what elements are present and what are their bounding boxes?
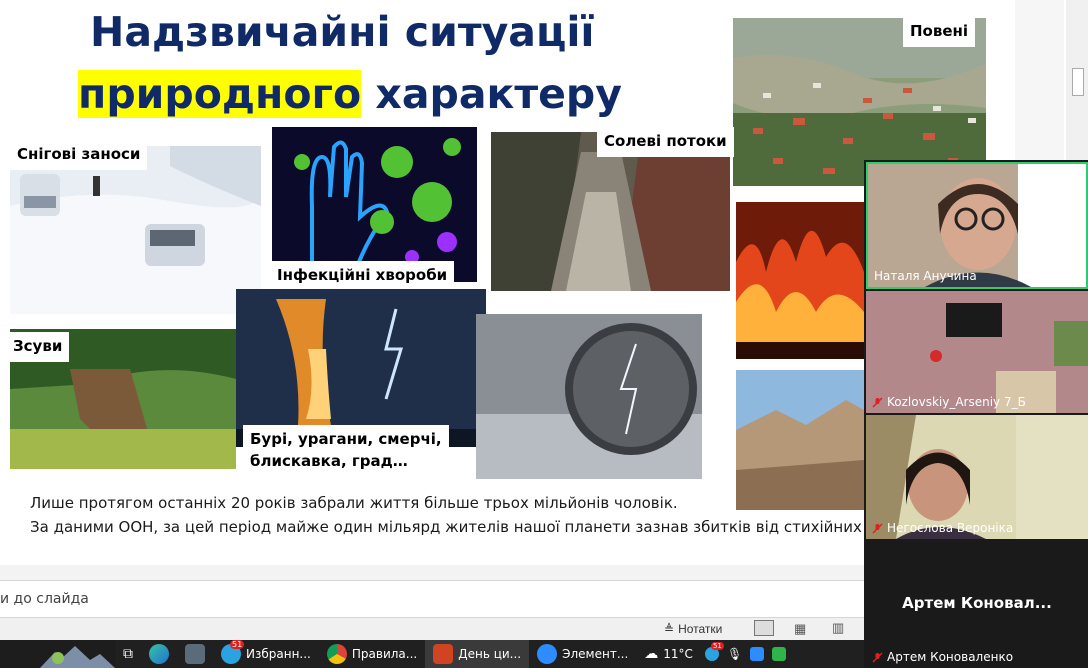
tray-telegram-icon[interactable]: 51 bbox=[704, 642, 724, 661]
label-floods: Повені bbox=[903, 17, 976, 47]
title-rest: характеру bbox=[361, 70, 622, 118]
calculator-icon bbox=[185, 644, 205, 664]
participant-tile-2[interactable]: Kozlovskiy_Arseniy 7_Б bbox=[866, 291, 1088, 413]
taskbar-app-calculator[interactable] bbox=[177, 640, 213, 668]
telegram-icon: 51 bbox=[221, 640, 245, 664]
notes-button[interactable]: ≜ Нотатки bbox=[664, 622, 722, 636]
label-landslides: Зсуви bbox=[6, 332, 70, 362]
taskbar-app-powerpoint[interactable]: День ци... bbox=[425, 640, 530, 668]
system-tray: 51 🎙 bbox=[701, 640, 790, 668]
reading-view-icon[interactable]: ▥ bbox=[832, 620, 844, 636]
participant-name-text-4: Артем Коноваленко bbox=[887, 650, 1014, 664]
cloud-icon: ☁ bbox=[644, 646, 659, 662]
snow-photo bbox=[10, 146, 261, 314]
participant-name-4: Артем Коноваленко bbox=[872, 650, 1013, 664]
scrollbar-gutter bbox=[1015, 0, 1064, 160]
slide-sorter-icon[interactable]: ▦ bbox=[794, 621, 806, 637]
label-infection: Інфекційні хвороби bbox=[270, 261, 455, 291]
edge-icon bbox=[149, 644, 169, 664]
chrome-icon bbox=[326, 644, 347, 664]
taskbar-app-edge[interactable] bbox=[141, 640, 177, 668]
taskbar-weather[interactable]: ☁ 11°C bbox=[636, 640, 701, 668]
notes-button-label: Нотатки bbox=[678, 622, 723, 636]
tray-green-app-icon[interactable] bbox=[772, 647, 787, 661]
hail-photo bbox=[476, 314, 702, 479]
participant-name-1: Наталя Анучина bbox=[874, 269, 977, 283]
scroll-thumb[interactable] bbox=[1072, 68, 1084, 96]
normal-view-button[interactable] bbox=[754, 620, 774, 636]
participant-tile-1[interactable]: Наталя Анучина bbox=[866, 162, 1088, 289]
vertical-scrollbar[interactable] bbox=[1066, 0, 1088, 160]
label-snow: Снігові заноси bbox=[10, 140, 148, 170]
zoom-icon bbox=[537, 644, 558, 664]
slide-area-border bbox=[0, 565, 864, 580]
participant-name-text-2: Kozlovskiy_Arseniy 7_Б bbox=[887, 395, 1026, 409]
participant-name-text-3: Негоєлова Вероніка bbox=[887, 521, 1014, 535]
tray-zoom-icon[interactable] bbox=[750, 647, 765, 661]
notes-icon: ≜ bbox=[664, 622, 675, 636]
participant-tile-3[interactable]: Негоєлова Вероніка bbox=[866, 415, 1088, 539]
slide-body-line1: Лише протягом останніх 20 років забрали … bbox=[30, 494, 678, 512]
taskbar-wallpaper-widget[interactable] bbox=[0, 640, 115, 668]
slide-title-line2: природного характеру bbox=[78, 70, 622, 118]
label-storms: Бурі, урагани, смерчі, блискавка, град… bbox=[243, 425, 449, 477]
label-mudflows: Солеві потоки bbox=[597, 127, 734, 157]
powerpoint-icon bbox=[433, 644, 454, 664]
notes-placeholder: и до слайда bbox=[0, 591, 89, 607]
participant-name-text-1: Наталя Анучина bbox=[874, 269, 977, 283]
participant-name-2: Kozlovskiy_Arseniy 7_Б bbox=[872, 395, 1026, 409]
screen: Надзвичайні ситуації природного характер… bbox=[0, 0, 1088, 668]
slide-body-line2: За даними ООН, за цей період майже один … bbox=[30, 518, 862, 536]
taskbar-label-zoom: Элемент... bbox=[562, 647, 629, 661]
windows-taskbar: ⧉ 51 Избранн... Правила... День ци... Эл… bbox=[0, 640, 864, 668]
slide-title-line1: Надзвичайні ситуації bbox=[90, 8, 595, 56]
weather-temperature: 11°C bbox=[663, 647, 693, 661]
notes-pane[interactable]: и до слайда bbox=[0, 580, 864, 617]
participant-name-3: Негоєлова Вероніка bbox=[872, 521, 1013, 535]
mic-muted-icon bbox=[872, 651, 883, 663]
earthquake-photo bbox=[736, 370, 864, 510]
taskbar-app-telegram[interactable]: 51 Избранн... bbox=[213, 640, 319, 668]
taskbar-app-zoom[interactable]: Элемент... bbox=[529, 640, 636, 668]
participant-tile-4[interactable]: Артем Коновал... Артем Коноваленко bbox=[866, 541, 1088, 668]
mic-muted-icon bbox=[872, 396, 883, 408]
slide-canvas[interactable]: Надзвичайні ситуації природного характер… bbox=[0, 0, 1015, 565]
taskbar-label-chrome: Правила... bbox=[351, 647, 418, 661]
tray-microphone-icon[interactable]: 🎙 bbox=[727, 647, 742, 661]
taskbar-app-chrome[interactable]: Правила... bbox=[319, 640, 425, 668]
tray-telegram-badge: 51 bbox=[710, 642, 724, 650]
telegram-badge: 51 bbox=[230, 640, 245, 649]
mic-muted-icon bbox=[872, 522, 883, 534]
wildfire-photo bbox=[736, 202, 864, 359]
task-view-icon: ⧉ bbox=[123, 646, 133, 662]
participant-no-video-label: Артем Коновал... bbox=[902, 594, 1052, 612]
infection-photo bbox=[272, 127, 477, 282]
storm-photo bbox=[236, 289, 486, 447]
title-highlight: природного bbox=[78, 70, 362, 118]
taskbar-label-telegram: Избранн... bbox=[246, 647, 311, 661]
taskbar-label-powerpoint: День ци... bbox=[458, 647, 522, 661]
status-bar: ≜ Нотатки ▦ ▥ bbox=[0, 617, 864, 640]
taskbar-task-view[interactable]: ⧉ bbox=[115, 640, 141, 668]
